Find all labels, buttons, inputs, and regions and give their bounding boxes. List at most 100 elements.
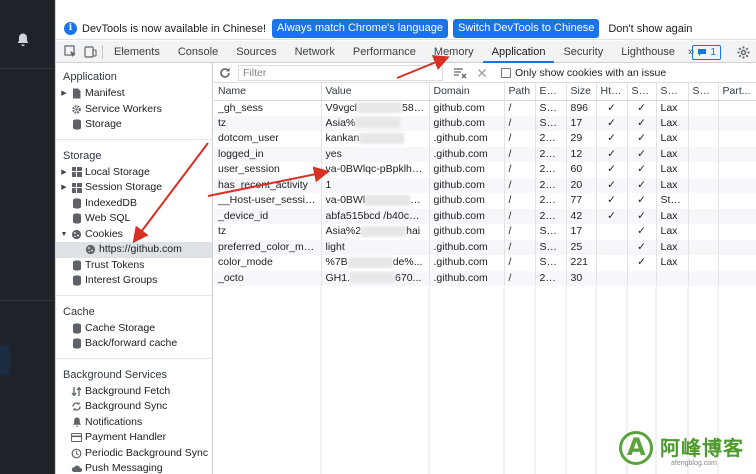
sidebar-item-cookies[interactable]: ▼ Cookies [56,227,212,243]
sidebar-item-storage[interactable]: Storage [56,117,212,133]
cookie-icon [71,229,82,240]
sidebar-item-manifest[interactable]: ▶ Manifest [56,86,212,102]
refresh-icon[interactable] [214,67,236,79]
filter-input[interactable]: Filter [238,64,443,81]
cell-domain: github.com [429,162,505,178]
tab-performance[interactable]: Performance [344,41,425,63]
expand-arrow-icon[interactable]: ▶ [60,165,68,181]
cell-size: 12 [566,146,597,162]
gear-icon[interactable] [733,42,753,62]
sidebar-item-indexeddb[interactable]: IndexedDB [56,196,212,212]
column-header[interactable]: Value [321,83,430,101]
sidebar-item-background-fetch[interactable]: Background Fetch [56,384,212,400]
table-row[interactable]: _gh_sess V9vgcl 58G... github.com / Ses... 896… [214,100,756,116]
table-row[interactable]: __Host-user_session_...va-0BWlxlh5by...g… [214,193,756,209]
sidebar-item-label: Payment Handler [85,431,167,443]
column-header[interactable]: Sec... [627,83,657,101]
cell-samesite: Lax [656,208,689,224]
cell-httponly [596,270,628,286]
tab-console[interactable]: Console [169,41,227,63]
cell-expires: 202... [535,146,567,162]
table-row[interactable]: has_recent_activity 1 github.com/202... 20 ✓… [214,177,756,193]
infobar-message: DevTools is now available in Chinese! [82,22,267,35]
cell-httponly: ✓ [596,146,628,162]
column-header[interactable]: Name [214,83,322,101]
cell-path: / [504,270,536,286]
sidebar-item-service-workers[interactable]: Service Workers [56,102,212,118]
sidebar-item-trust-tokens[interactable]: Trust Tokens [56,258,212,274]
clear-filtered-cookies-icon[interactable] [453,67,467,79]
issue-only-checkbox[interactable] [501,67,511,78]
section-title-application: Application [63,71,117,83]
tab-lighthouse[interactable]: Lighthouse [612,41,684,63]
tab-sources[interactable]: Sources [227,41,285,63]
column-header[interactable]: Domain [429,83,505,101]
cell-name: user_session [214,162,322,178]
collapse-arrow-icon[interactable]: ▼ [60,227,68,243]
expand-arrow-icon[interactable]: ▶ [60,86,68,102]
database-icon [71,338,82,349]
sidebar-item-push-messaging[interactable]: Push Messaging [56,461,212,474]
match-language-button[interactable]: Always match Chrome's language [272,19,449,38]
expand-arrow-icon[interactable]: ▶ [60,180,68,196]
sidebar-item-payment-handler[interactable]: Payment Handler [56,430,212,446]
sidebar-item-bf-cache[interactable]: Back/forward cache [56,336,212,352]
cell-domain: .github.com [429,239,505,255]
sidebar-item-cookies-github[interactable]: https://github.com [56,242,212,258]
column-header[interactable]: Sa... [688,83,719,101]
cell-path: / [504,100,536,116]
cell-secure: ✓ [627,239,657,255]
dont-show-again-button[interactable]: Don't show again [604,20,696,38]
column-header[interactable]: Part... [718,83,756,101]
table-row[interactable]: user_session va-0BWlqc-pBpklh5by... github… [214,162,756,178]
table-row[interactable]: color_mode %7B de%... .github.com / Ses... 221… [214,255,756,271]
table-row[interactable]: dotcom_user kankan .github.com/202... 29 ✓ ✓ L… [214,131,756,147]
sidebar-item-local-storage[interactable]: ▶ Local Storage [56,165,212,181]
tab-application[interactable]: Application [482,41,555,63]
issues-badge[interactable]: 1 [692,44,721,60]
bell-icon[interactable] [15,32,31,48]
table-row[interactable]: _octo GH1. 670... .github.com/202... 30 [214,270,756,286]
sidebar-item-periodic-background-sync[interactable]: Periodic Background Sync [56,446,212,462]
switch-chinese-button[interactable]: Switch DevTools to Chinese [453,19,600,38]
sidebar-item-notifications[interactable]: Notifications [56,415,212,431]
database-icon [71,260,82,271]
table-row[interactable]: _device_idabfa515bcd /b40cc685...github.… [214,208,756,224]
database-icon [71,275,82,286]
redacted-value [355,117,401,129]
tab-elements[interactable]: Elements [105,41,169,63]
cell-sameparty [688,131,719,147]
column-header[interactable]: Path [504,83,536,101]
cell-domain: github.com [429,115,505,131]
cell-size: 20 [566,177,597,193]
table-row[interactable]: logged_in yes .github.com/202... 12 ✓ ✓ Lax [214,146,756,162]
sidebar-item-session-storage[interactable]: ▶ Session Storage [56,180,212,196]
inspect-element-icon[interactable] [60,42,80,62]
column-header[interactable]: Sam... [656,83,689,101]
sidebar-item-web-sql[interactable]: Web SQL [56,211,212,227]
device-toolbar-icon[interactable] [80,42,100,62]
tab-memory[interactable]: Memory [425,41,483,63]
database-icon [71,213,82,224]
sidebar-item-label: https://github.com [99,243,182,255]
table-row[interactable]: preferred_color_mode light .github.com / Ses… [214,239,756,255]
column-header[interactable]: Expi... [535,83,567,101]
sidebar-item-background-sync[interactable]: Background Sync [56,399,212,415]
tab-security[interactable]: Security [554,41,612,63]
column-header[interactable]: Htt... [596,83,628,101]
sidebar-item-cache-storage[interactable]: Cache Storage [56,321,212,337]
table-row[interactable]: tz Asia%2 hai github.com / Ses... 17 ✓ Lax [214,224,756,240]
cell-samesite: Lax [656,239,689,255]
tab-network[interactable]: Network [286,41,344,63]
cookie-value-tail: de%... [392,256,423,269]
cell-expires: 202... [535,177,567,193]
cookie-value-text: V9vgcl [325,101,358,114]
sidebar-item-interest-groups[interactable]: Interest Groups [56,273,212,289]
column-header[interactable]: Size [566,83,597,101]
cookies-pane: Filter Only show cookies with an issue N… [214,63,756,474]
sidebar-item-label: Back/forward cache [85,337,178,349]
cell-path: / [504,193,536,209]
table-row[interactable]: tz Asia% github.com / Ses... 17 ✓ ✓ Lax [214,115,756,131]
delete-icon[interactable] [477,68,487,78]
cell-sameparty [688,270,719,286]
